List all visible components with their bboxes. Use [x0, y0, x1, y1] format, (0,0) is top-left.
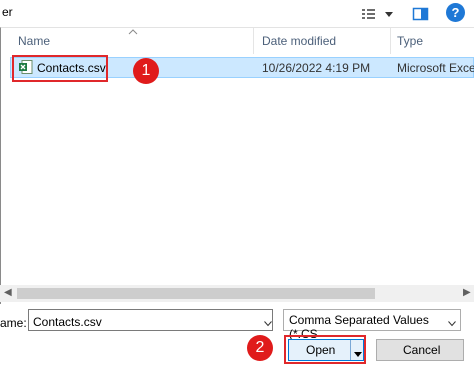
file-date-modified: 10/26/2022 4:19 PM [262, 61, 371, 75]
file-name-label: ame: [0, 316, 27, 330]
file-type-select[interactable]: Comma Separated Values (*.CS [283, 309, 461, 341]
scroll-right-icon[interactable]: ▶ [463, 287, 473, 300]
step-badge-1: 1 [133, 58, 159, 84]
column-header-type[interactable]: Type [397, 34, 423, 48]
column-header-name[interactable]: Name [18, 34, 50, 48]
chevron-down-icon[interactable] [448, 316, 456, 327]
highlight-box-file [12, 55, 108, 82]
change-view-button[interactable] [360, 5, 400, 23]
window-title-fragment: er [2, 5, 13, 19]
step-badge-2: 2 [247, 335, 273, 361]
column-divider[interactable] [390, 28, 391, 54]
chevron-down-icon[interactable] [264, 316, 272, 327]
sort-ascending-icon [128, 25, 138, 35]
column-divider[interactable] [253, 28, 254, 54]
file-type: Microsoft Excel [397, 61, 474, 75]
view-list-icon [362, 9, 393, 19]
preview-pane-icon [412, 7, 429, 21]
highlight-box-open [284, 335, 366, 364]
help-button[interactable]: ? [446, 3, 465, 22]
file-name-input[interactable] [28, 309, 273, 331]
preview-pane-button[interactable] [412, 5, 430, 23]
column-header-date-modified[interactable]: Date modified [262, 34, 336, 48]
cancel-button-label: Cancel [403, 343, 441, 357]
scroll-left-icon[interactable]: ◀ [4, 287, 14, 300]
scrollbar-thumb[interactable] [17, 288, 375, 299]
